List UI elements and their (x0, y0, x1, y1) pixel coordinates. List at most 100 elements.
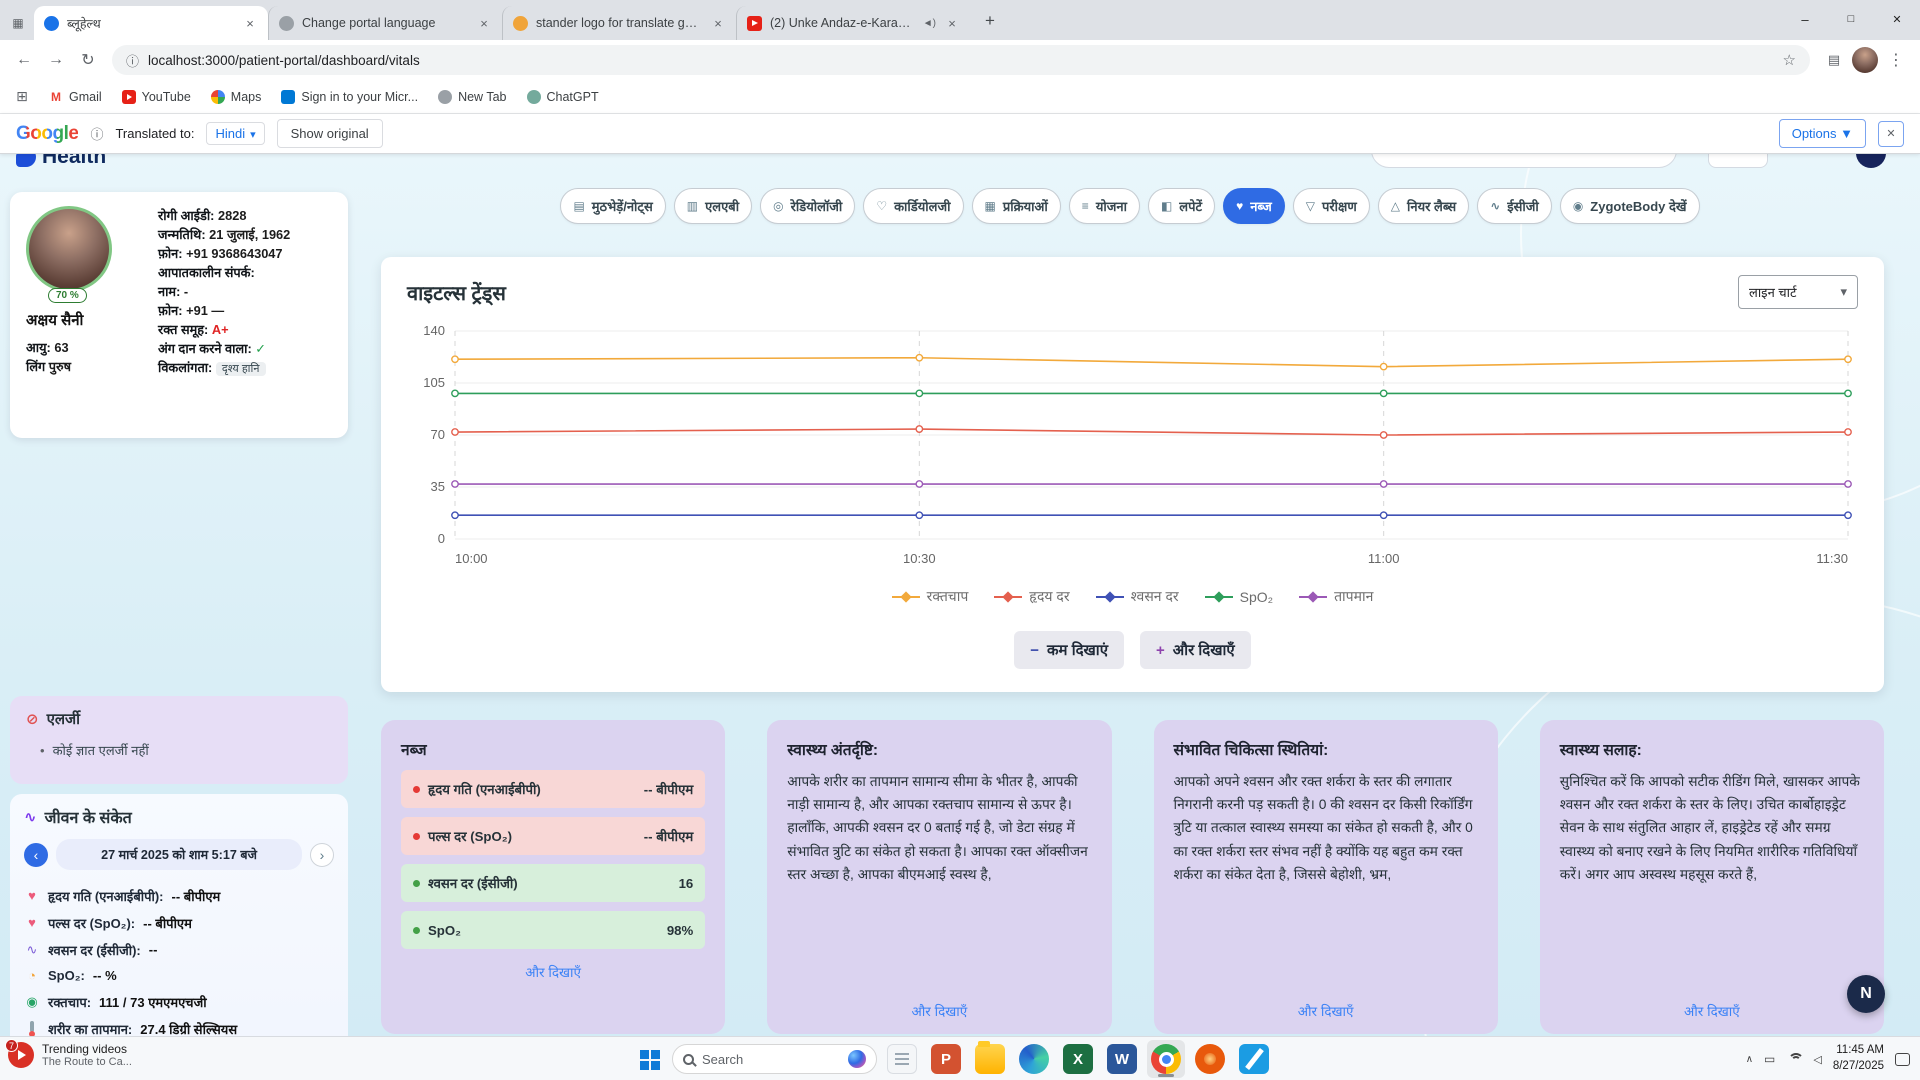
browser-toolbar: localhost:3000/patient-portal/dashboard/… (0, 40, 1920, 80)
news-widget[interactable]: 7 Trending videos The Route to Ca... (8, 1042, 132, 1068)
pulse-row-label: पल्स दर (SpO₂) (428, 827, 512, 845)
translate-options-button[interactable]: Options ▼ (1779, 119, 1866, 148)
detail-row: अंग दान करने वाला: ✓ (158, 339, 336, 358)
show-more-link[interactable]: और दिखाएँ (767, 1002, 1111, 1020)
tab-youtube[interactable]: (2) Unke Andaz-e-Karam U... (736, 6, 970, 40)
office-icon (1195, 1044, 1225, 1074)
field-label: अंग दान करने वाला: (158, 341, 252, 356)
clock[interactable]: 11:45 AM 8/27/2025 (1833, 1043, 1884, 1074)
forward-button[interactable] (42, 46, 70, 74)
tab-near-labs[interactable]: नियर लैब्स (1378, 188, 1469, 224)
taskbar-search[interactable]: Search (672, 1044, 877, 1074)
health-advice-card: स्वास्थ्य सलाह: सुनिश्चित करें कि आपको स… (1540, 720, 1884, 1034)
tab-wraps[interactable]: लपेटें (1148, 188, 1215, 224)
cardiology-icon (876, 199, 887, 213)
tab-vitals[interactable]: नब्ज (1223, 188, 1285, 224)
side-panel-icon[interactable] (1820, 46, 1848, 74)
patient-name: अक्षय सैनी (26, 310, 156, 330)
vital-label: श्वसन दर (ईसीजी): (48, 941, 141, 959)
legend-item[interactable]: श्वसन दर (1096, 587, 1179, 606)
tab-close-icon[interactable] (476, 15, 492, 31)
photo-progress-badge: 70 % (48, 288, 87, 303)
tab-audio-icon[interactable] (923, 18, 936, 29)
volume-icon[interactable] (1813, 1053, 1821, 1066)
app-notepad[interactable] (883, 1040, 921, 1078)
tab-cardiology[interactable]: कार्डियोलजी (863, 188, 963, 224)
page-header-button[interactable] (1708, 154, 1768, 168)
bookmark-newtab[interactable]: New Tab (429, 86, 515, 108)
show-more-link[interactable]: और दिखाएँ (1154, 1002, 1498, 1020)
bookmark-microsoft[interactable]: Sign in to your Micr... (272, 86, 427, 108)
legend-item[interactable]: रक्तचाप (892, 587, 969, 606)
card-title: संभावित चिकित्सा स्थितियां: (1174, 738, 1478, 760)
near-labs-icon (1391, 199, 1400, 213)
display-icon[interactable] (1764, 1052, 1775, 1066)
show-original-button[interactable]: Show original (277, 119, 383, 148)
back-button[interactable] (10, 46, 38, 74)
floating-n-button[interactable]: N (1847, 975, 1885, 1013)
minimize-button[interactable] (1782, 0, 1828, 38)
pulse-row-label: SpO₂ (428, 923, 461, 938)
tab-close-icon[interactable] (710, 15, 726, 31)
close-button[interactable] (1874, 0, 1920, 38)
start-button[interactable] (632, 1042, 666, 1076)
maximize-button[interactable] (1828, 0, 1874, 38)
tab-tests[interactable]: परीक्षण (1293, 188, 1370, 224)
browser-menu-icon[interactable] (1882, 46, 1910, 74)
bookmark-youtube[interactable]: YouTube (113, 86, 200, 108)
chart-type-select[interactable]: लाइन चार्ट (1738, 275, 1858, 309)
bookmark-gmail[interactable]: Gmail (40, 86, 111, 108)
show-more-link[interactable]: और दिखाएँ (401, 963, 705, 981)
app-excel[interactable] (1059, 1040, 1097, 1078)
tab-procedures[interactable]: प्रक्रियाओं (972, 188, 1061, 224)
bookmark-maps[interactable]: Maps (202, 86, 271, 108)
translate-language-select[interactable]: Hindi (206, 122, 264, 145)
tab-change-language[interactable]: Change portal language (268, 6, 502, 40)
prev-date-button[interactable] (24, 843, 48, 867)
page-search-input[interactable] (1371, 154, 1677, 168)
bookmark-star-icon[interactable] (1783, 51, 1796, 69)
show-more-link[interactable]: और दिखाएँ (1540, 1002, 1884, 1020)
tab-search[interactable]: stander logo for translate goog (502, 6, 736, 40)
reload-button[interactable] (74, 46, 102, 74)
tab-title: (2) Unke Andaz-e-Karam U... (770, 16, 915, 30)
tab-radiology[interactable]: रेडियोलॉजी (760, 188, 855, 224)
search-favicon (513, 16, 528, 31)
tab-ecg[interactable]: ईसीजी (1477, 188, 1552, 224)
browser-profile-avatar[interactable] (1852, 47, 1878, 73)
app-file-explorer[interactable] (971, 1040, 1009, 1078)
tab-bluehealth[interactable]: ब्लूहेल्थ (34, 6, 268, 40)
tab-lab[interactable]: एलएबी (674, 188, 752, 224)
apps-grid-icon[interactable] (10, 85, 34, 109)
tab-close-icon[interactable] (944, 15, 960, 31)
tab-plan[interactable]: योजना (1069, 188, 1140, 224)
notifications-icon[interactable] (1895, 1053, 1910, 1066)
app-office[interactable] (1191, 1040, 1229, 1078)
address-bar[interactable]: localhost:3000/patient-portal/dashboard/… (112, 45, 1810, 75)
site-info-icon[interactable] (126, 51, 139, 70)
legend-item[interactable]: हृदय दर (994, 587, 1069, 606)
svg-text:10:00: 10:00 (455, 551, 488, 566)
translate-close-icon[interactable] (1878, 121, 1904, 147)
app-chrome[interactable] (1147, 1040, 1185, 1078)
wifi-icon[interactable] (1786, 1053, 1802, 1065)
app-vscode[interactable] (1235, 1040, 1273, 1078)
show-less-button[interactable]: कम दिखाएं (1014, 631, 1124, 669)
legend-item[interactable]: तापमान (1299, 587, 1373, 606)
bookmark-chatgpt[interactable]: ChatGPT (518, 86, 608, 108)
organ-donor-check: ✓ (255, 341, 266, 356)
next-date-button[interactable] (310, 843, 334, 867)
detail-row: नाम: - (158, 282, 336, 301)
allergy-card: एलर्जी कोई ज्ञात एलर्जी नहीं (10, 696, 348, 784)
legend-item[interactable]: SpO₂ (1205, 587, 1273, 606)
app-powerpoint[interactable] (927, 1040, 965, 1078)
vital-row: श्वसन दर (ईसीजी):-- (24, 936, 334, 963)
tab-encounters-notes[interactable]: मुठभेड़ें/नोट्स (560, 188, 665, 224)
app-edge[interactable] (1015, 1040, 1053, 1078)
hidden-icons-chevron[interactable] (1746, 1054, 1753, 1065)
new-tab-button[interactable] (976, 7, 1004, 35)
show-more-button[interactable]: और दिखाएँ (1140, 631, 1251, 669)
tab-close-icon[interactable] (242, 15, 258, 31)
tab-zygotebody[interactable]: ZygoteBody देखें (1560, 188, 1700, 224)
app-word[interactable] (1103, 1040, 1141, 1078)
